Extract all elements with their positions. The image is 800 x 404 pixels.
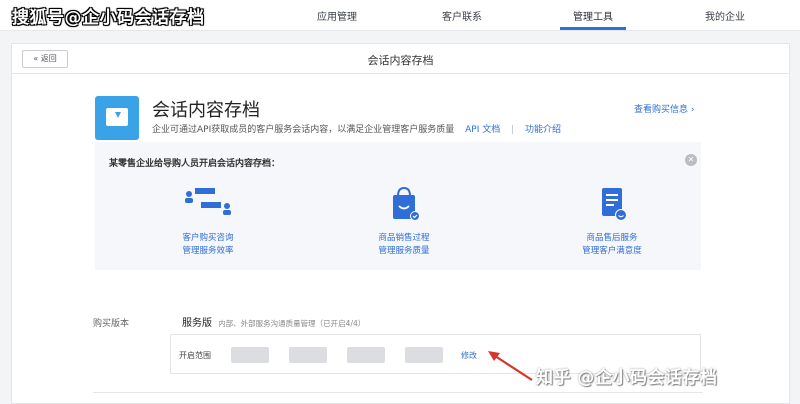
nav-item-customer-contact[interactable]: 客户联系 xyxy=(437,8,487,23)
api-doc-link[interactable]: API 文档 xyxy=(465,125,500,135)
shopping-bag-icon xyxy=(377,184,431,226)
nav-item-my-enterprise[interactable]: 我的企业 xyxy=(700,8,750,23)
document-smile-icon xyxy=(585,184,639,226)
nav-item-app-management[interactable]: 应用管理 xyxy=(312,8,362,23)
blurred-member xyxy=(231,347,269,363)
page-subheader: « 返回 会话内容存档 xyxy=(11,43,790,73)
blurred-member xyxy=(405,347,443,363)
archive-app-icon xyxy=(95,96,139,140)
chat-users-icon xyxy=(181,184,235,226)
description-text: 企业可通过API获取成员的客户服务会话内容，以满足企业管理客户服务质量 xyxy=(152,125,455,135)
edition-info: 服务版 内部、外部服务沟通质量管理（已开启4/4） xyxy=(182,314,365,329)
link-separator: | xyxy=(511,125,515,135)
view-purchase-info-link[interactable]: 查看购买信息 › xyxy=(634,102,694,115)
feature-item-sales: 商品销售过程 管理服务质量 xyxy=(329,184,479,258)
feature-line2: 管理客户满意度 xyxy=(582,246,642,256)
feature-description: 企业可通过API获取成员的客户服务会话内容，以满足企业管理客户服务质量 API … xyxy=(152,122,561,135)
edition-note: 内部、外部服务沟通质量管理（已开启4/4） xyxy=(218,319,366,328)
modify-scope-link[interactable]: 修改 xyxy=(461,350,477,361)
red-arrow-annotation xyxy=(488,351,533,381)
purchase-version-label: 购买版本 xyxy=(93,319,130,329)
edition-name: 服务版 xyxy=(182,318,212,329)
feature-showcase-box: 某零售企业给导购人员开启会话内容存档： ✕ 客户购买咨询 管理服务效率 商品销售… xyxy=(95,142,701,270)
blurred-member xyxy=(289,347,327,363)
sohu-watermark: 搜狐号@企小码会话存档 xyxy=(12,8,205,28)
feature-line1: 商品销售过程 xyxy=(378,233,430,243)
feature-line2: 管理服务效率 xyxy=(182,246,234,256)
active-tab-indicator xyxy=(560,27,626,30)
feature-item-consultation: 客户购买咨询 管理服务效率 xyxy=(133,184,283,258)
zhihu-watermark: 知乎 @企小码会话存档 xyxy=(536,368,718,388)
nav-item-management-tools[interactable]: 管理工具 xyxy=(568,8,618,23)
feature-intro-link[interactable]: 功能介绍 xyxy=(525,125,561,135)
main-content-panel: 会话内容存档 企业可通过API获取成员的客户服务会话内容，以满足企业管理客户服务… xyxy=(11,73,790,404)
close-icon[interactable]: ✕ xyxy=(685,154,697,166)
blurred-member xyxy=(347,347,385,363)
feature-item-after-sales: 商品售后服务 管理客户满意度 xyxy=(537,184,687,258)
feature-line2: 管理服务质量 xyxy=(378,246,430,256)
scope-label: 开启范围 xyxy=(179,351,211,360)
page-title: 会话内容存档 xyxy=(367,54,434,67)
showcase-heading: 某零售企业给导购人员开启会话内容存档： xyxy=(109,159,281,169)
feature-line1: 商品售后服务 xyxy=(586,233,638,243)
feature-title: 会话内容存档 xyxy=(152,100,260,121)
feature-line1: 客户购买咨询 xyxy=(182,233,234,243)
section-divider xyxy=(93,392,703,393)
